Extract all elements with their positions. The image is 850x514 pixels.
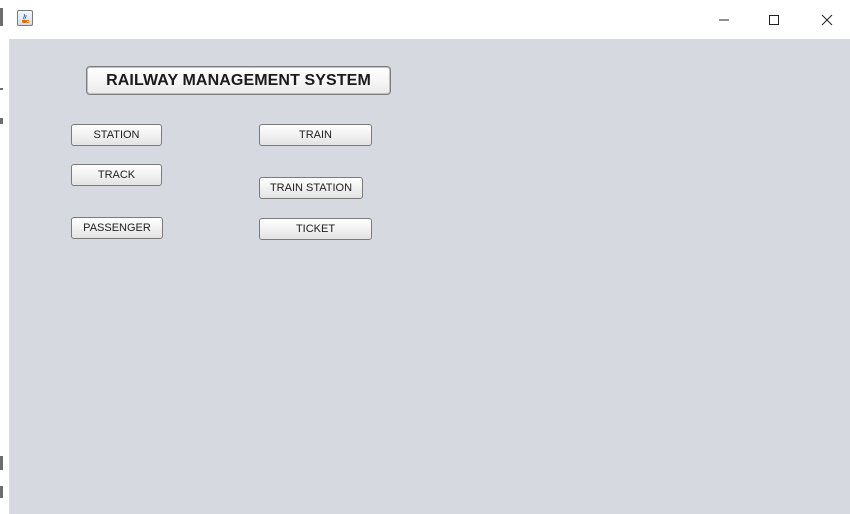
background-window-edge [0,0,9,514]
minimize-button[interactable] [701,0,747,39]
maximize-icon [769,14,779,25]
main-panel: RAILWAY MANAGEMENT SYSTEM STATION TRAIN … [9,39,850,514]
minimize-icon [719,19,729,20]
maximize-button[interactable] [751,0,797,39]
edge-mark [0,456,3,470]
close-icon [821,14,833,25]
java-coffee-cup-icon[interactable] [17,10,33,26]
system-title: RAILWAY MANAGEMENT SYSTEM [86,66,391,95]
train-station-button[interactable]: TRAIN STATION [259,177,363,199]
title-bar[interactable] [9,0,850,39]
edge-mark [0,88,3,90]
passenger-button[interactable]: PASSENGER [71,217,163,239]
station-button[interactable]: STATION [71,124,162,146]
close-button[interactable] [804,0,850,39]
edge-mark [0,486,3,498]
track-button[interactable]: TRACK [71,164,162,186]
edge-mark [0,8,3,26]
ticket-button[interactable]: TICKET [259,218,372,240]
train-button[interactable]: TRAIN [259,124,372,146]
edge-mark [0,118,3,124]
app-window: RAILWAY MANAGEMENT SYSTEM STATION TRAIN … [9,0,850,514]
